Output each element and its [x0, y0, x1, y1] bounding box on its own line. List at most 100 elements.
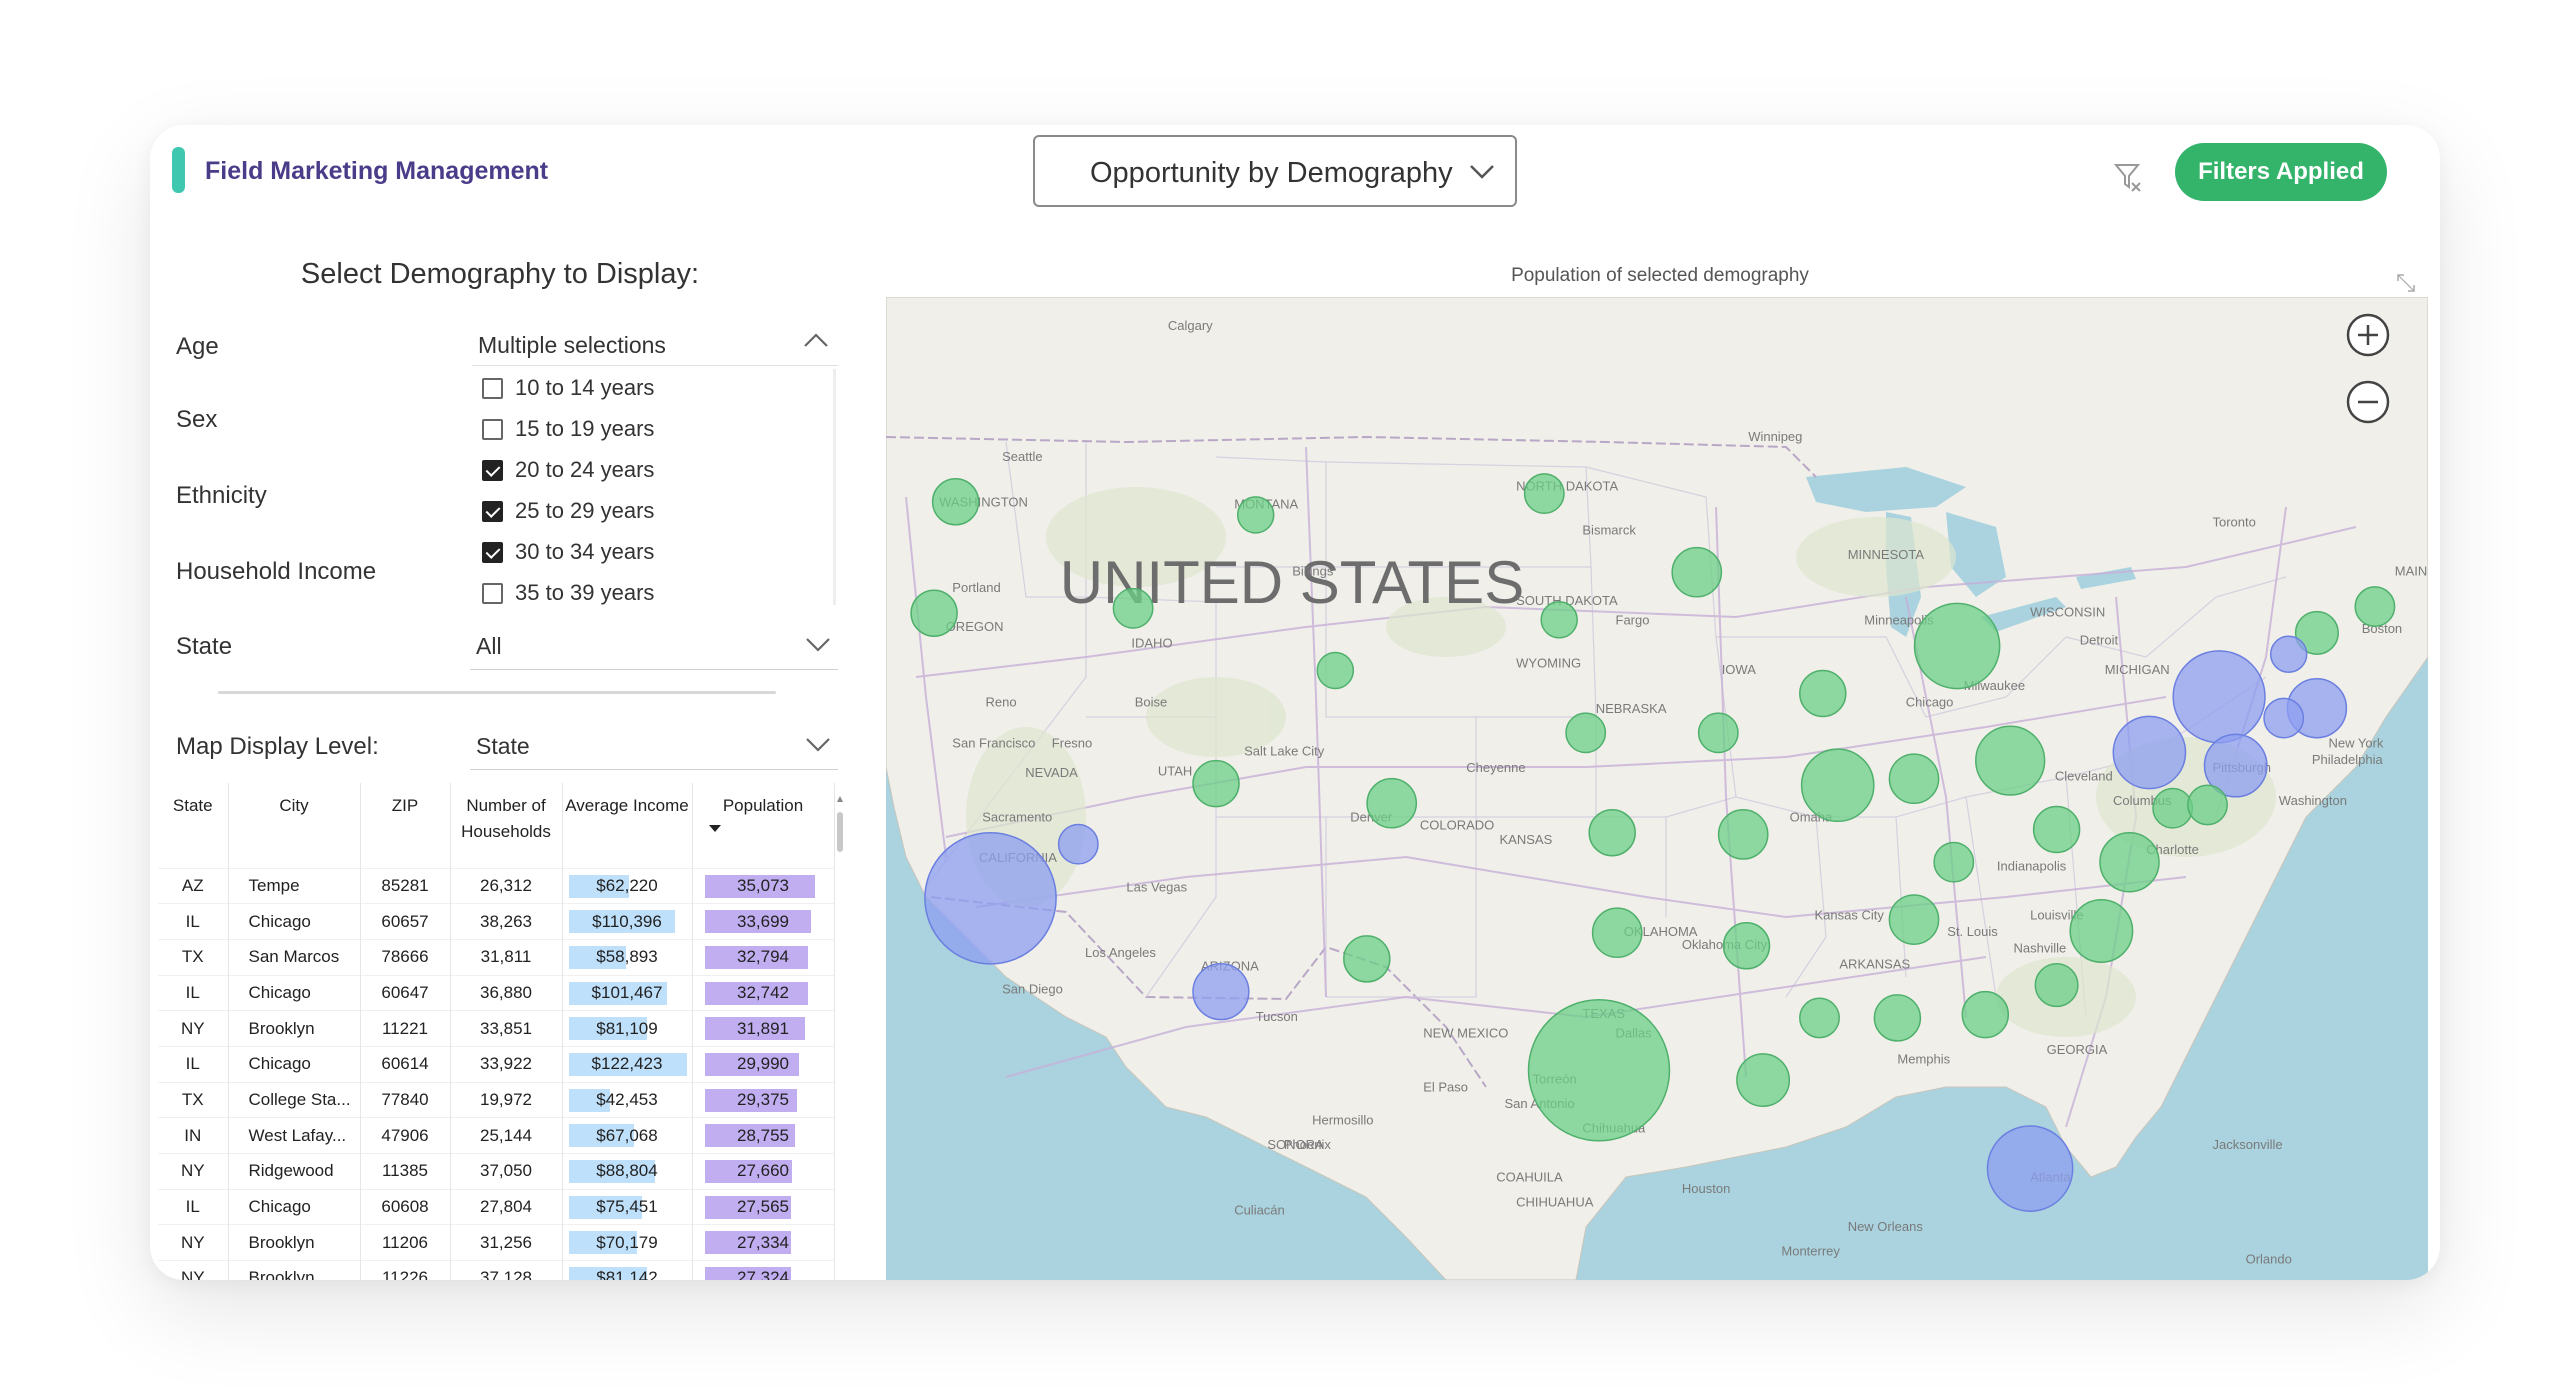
population-bubble[interactable]	[1975, 725, 2046, 796]
column-header-zip[interactable]: ZIP	[360, 783, 451, 868]
table-row[interactable]: TX San Marcos 78666 31,811 $58,893 32,794	[158, 938, 835, 976]
age-option[interactable]: 25 to 29 years	[482, 498, 654, 524]
table-row[interactable]: NY Brooklyn 11221 33,851 $81,109 31,891	[158, 1010, 835, 1047]
map-place-label: MAINE	[2395, 564, 2428, 579]
cell-state: IL	[158, 974, 229, 1011]
state-dropdown-value[interactable]: All	[476, 633, 502, 660]
map-display-level-value[interactable]: State	[476, 733, 530, 760]
filters-applied-button[interactable]: Filters Applied	[2175, 143, 2387, 201]
population-bubble[interactable]	[931, 478, 980, 526]
population-bubble[interactable]	[1933, 841, 1975, 883]
table-row[interactable]: TX College Sta... 77840 19,972 $42,453 29,375	[158, 1081, 835, 1118]
population-bubble[interactable]	[1565, 712, 1607, 754]
multiselect-scrollbar[interactable]	[833, 369, 836, 605]
table-row[interactable]: IL Chicago 60657 38,263 $110,396 33,699	[158, 903, 835, 940]
population-bubble[interactable]	[1961, 990, 2010, 1039]
population-bubble[interactable]	[1192, 759, 1240, 808]
population-bubble[interactable]	[1112, 587, 1154, 629]
report-view-select[interactable]: Opportunity by Demography	[1033, 135, 1517, 207]
population-bubble[interactable]	[1717, 809, 1769, 860]
table-row[interactable]: IL Chicago 60614 33,922 $122,423 29,990	[158, 1045, 835, 1083]
population-bubble[interactable]	[1697, 712, 1739, 754]
map-place-label: MICHIGAN	[2105, 662, 2170, 677]
cell-population: 27,660	[692, 1153, 835, 1190]
expand-icon[interactable]	[2396, 273, 2416, 293]
column-header-income[interactable]: Average Income	[562, 783, 693, 868]
population-bubble[interactable]	[2187, 784, 2228, 826]
population-bubble[interactable]	[1722, 922, 1771, 970]
population-bubble-highlight[interactable]	[1057, 823, 1099, 865]
age-option[interactable]: 35 to 39 years	[482, 580, 654, 606]
population-bubble[interactable]	[1888, 894, 1940, 945]
population-bubble[interactable]	[2034, 963, 2079, 1008]
population-bubble[interactable]	[1343, 935, 1391, 983]
table-row[interactable]: IL Chicago 60608 27,804 $75,451 27,565	[158, 1188, 835, 1225]
population-bubble-highlight[interactable]	[924, 831, 1057, 965]
population-bubble[interactable]	[1236, 496, 1275, 534]
checkbox[interactable]	[482, 418, 503, 440]
population-bubble[interactable]	[1800, 748, 1875, 823]
map-canvas[interactable]: UNITED STATES Calgary NORTH DAKOTA MINNESO…	[886, 297, 2428, 1280]
table-row[interactable]: AZ Tempe 85281 26,312 $62,220 35,073	[158, 867, 835, 904]
checkbox-checked[interactable]	[482, 459, 503, 481]
table-row[interactable]: NY Brooklyn 11226 37,128 $81,142 27,324	[158, 1260, 835, 1280]
column-header-state[interactable]: State	[158, 783, 229, 868]
population-bubble[interactable]	[2032, 805, 2081, 854]
population-bubble[interactable]	[1736, 1053, 1791, 1108]
population-bubble[interactable]	[1799, 997, 1840, 1039]
cell-zip: 85281	[360, 867, 451, 904]
column-header-households[interactable]: Number of Households	[450, 783, 563, 868]
map-place-label: CHIHUAHUA	[1516, 1194, 1594, 1209]
population-bubble[interactable]	[910, 589, 958, 637]
clear-filter-icon[interactable]	[2110, 159, 2144, 193]
population-bubble[interactable]	[1366, 777, 1418, 829]
population-bubble[interactable]	[1913, 602, 2001, 690]
age-multiselect-value[interactable]: Multiple selections	[478, 332, 666, 359]
table-row[interactable]: NY Ridgewood 11385 37,050 $88,804 27,660	[158, 1153, 835, 1190]
population-bubble[interactable]	[2152, 787, 2194, 829]
population-bubble-highlight[interactable]	[2112, 715, 2187, 790]
population-bubble[interactable]	[1527, 999, 1671, 1142]
chevron-up-icon[interactable]	[803, 331, 829, 349]
zoom-in-button[interactable]	[2346, 313, 2390, 357]
map-place-label: Washington	[2279, 793, 2347, 808]
checkbox-checked[interactable]	[482, 541, 503, 563]
age-option-label: 15 to 19 years	[515, 416, 655, 441]
population-bubble[interactable]	[1588, 808, 1636, 857]
population-bubble[interactable]	[1591, 907, 1643, 959]
population-bubble[interactable]	[1523, 473, 1565, 515]
population-bubble[interactable]	[1671, 546, 1723, 598]
age-option[interactable]: 10 to 14 years	[482, 375, 654, 401]
column-header-population[interactable]: Population	[692, 783, 835, 868]
population-bubble[interactable]	[1799, 669, 1847, 718]
checkbox-checked[interactable]	[482, 500, 503, 522]
population-bubble[interactable]	[1873, 994, 1922, 1042]
column-header-city[interactable]: City	[228, 783, 361, 868]
table-row[interactable]: IL Chicago 60647 36,880 $101,467 32,742	[158, 974, 835, 1011]
table-row[interactable]: NY Brooklyn 11206 31,256 $70,179 27,334	[158, 1224, 835, 1261]
table-row[interactable]: IN West Lafay... 47906 25,144 $67,068 28,755	[158, 1117, 835, 1154]
population-value: 35,073	[737, 875, 789, 895]
age-option[interactable]: 15 to 19 years	[482, 416, 654, 442]
population-bubble-highlight[interactable]	[2269, 635, 2308, 673]
population-bubble[interactable]	[2354, 586, 2396, 628]
age-option[interactable]: 20 to 24 years	[482, 457, 654, 483]
population-bubble-highlight[interactable]	[1986, 1125, 2074, 1212]
zoom-out-button[interactable]	[2346, 380, 2390, 424]
checkbox[interactable]	[482, 377, 503, 399]
population-bubble[interactable]	[1888, 753, 1940, 805]
chevron-down-icon[interactable]	[805, 636, 831, 654]
population-bubble-highlight[interactable]	[2172, 650, 2266, 744]
population-bubble[interactable]	[1316, 651, 1355, 690]
age-option[interactable]: 30 to 34 years	[482, 539, 654, 565]
population-bubble[interactable]	[1540, 601, 1578, 639]
cell-households: 31,256	[450, 1224, 563, 1261]
population-bubble[interactable]	[2069, 899, 2134, 963]
population-bubble-highlight[interactable]	[1192, 963, 1250, 1021]
cell-city: San Marcos	[228, 938, 361, 976]
checkbox[interactable]	[482, 582, 503, 604]
chevron-down-icon[interactable]	[805, 736, 831, 754]
population-bubble-highlight[interactable]	[2263, 697, 2305, 739]
population-bubble[interactable]	[2099, 831, 2160, 893]
table-scrollbar[interactable]	[834, 790, 846, 1280]
